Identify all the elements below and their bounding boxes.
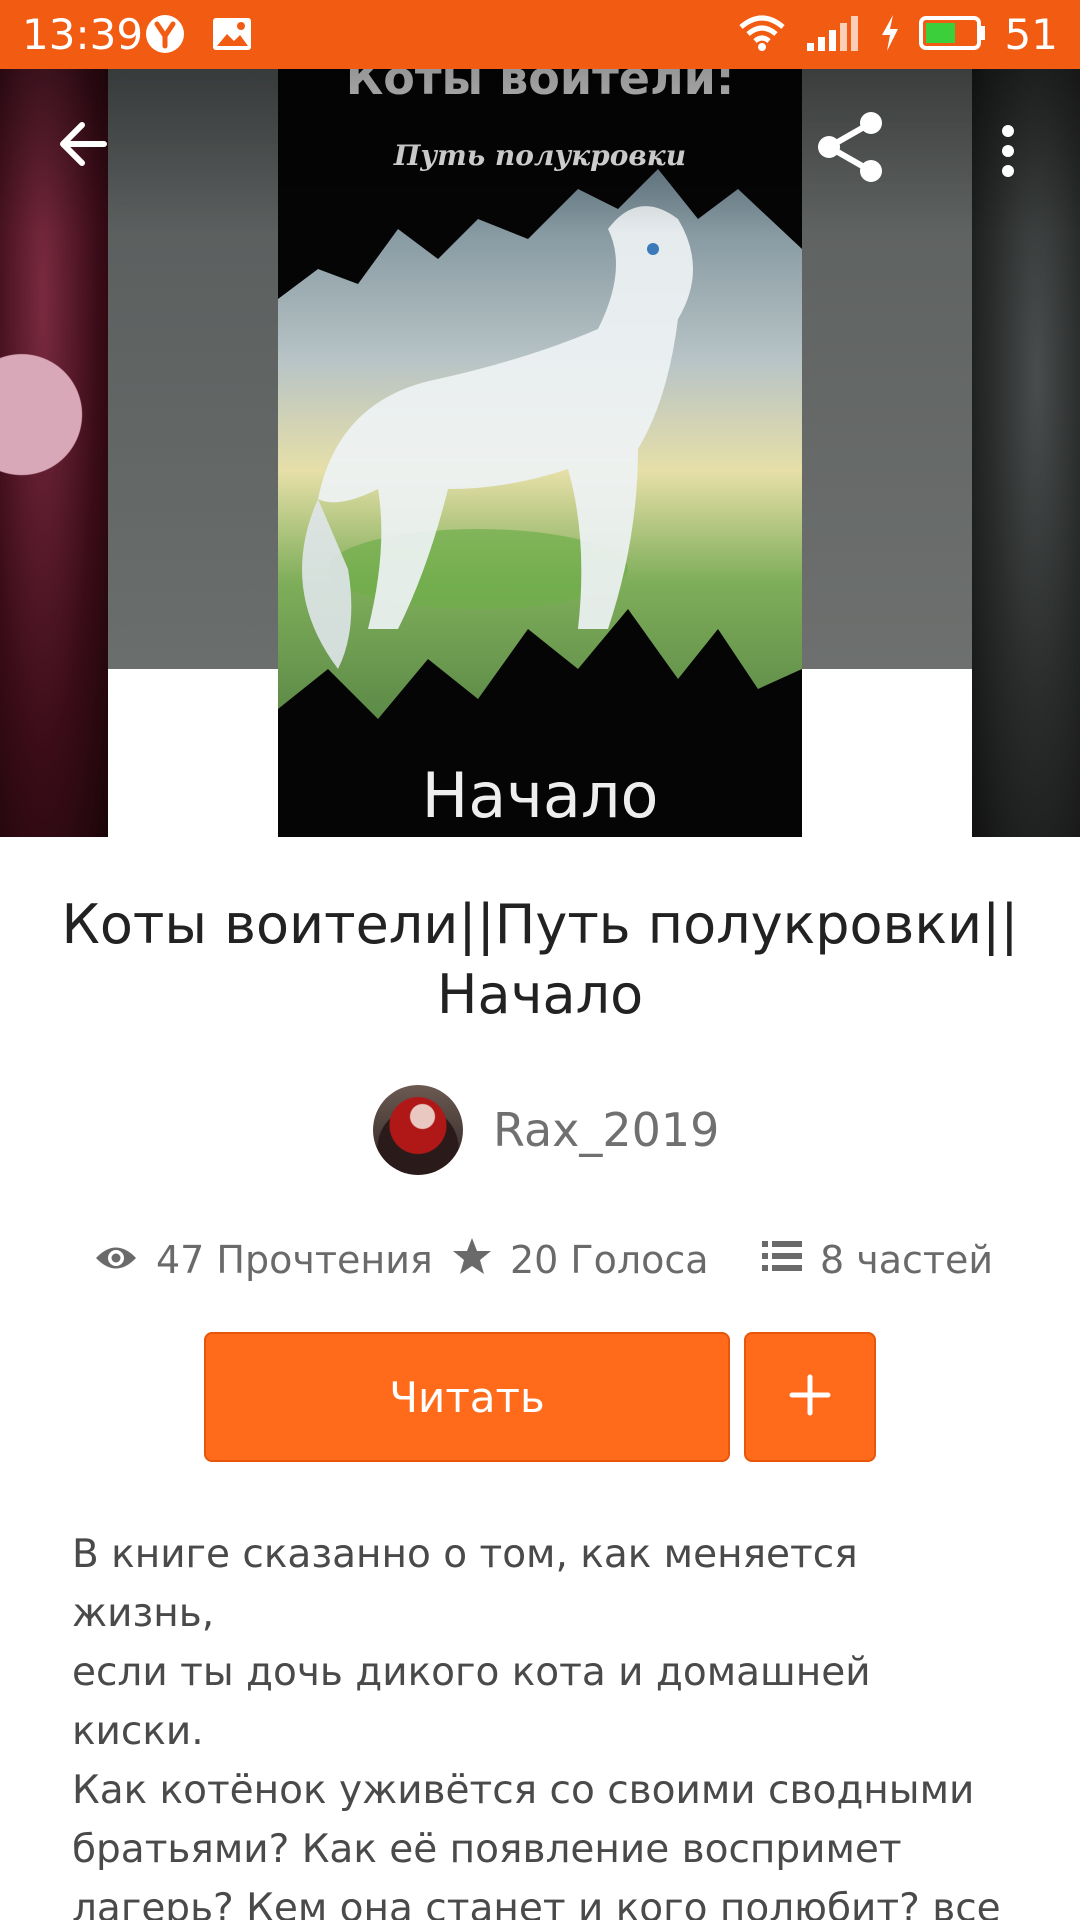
charging-icon: [879, 13, 901, 58]
story-stats: 47 Прочтения 20 Голоса 8 частей: [0, 1230, 1080, 1290]
cover-title-text: Коты воители:: [345, 69, 735, 105]
battery-icon: [918, 13, 987, 58]
cover-carousel[interactable]: Коты воители: Путь полукровки Начало: [0, 69, 1080, 837]
cover-artwork: [278, 169, 802, 719]
book-cover[interactable]: Коты воители: Путь полукровки Начало: [278, 69, 802, 837]
read-button[interactable]: Читать: [204, 1332, 730, 1462]
status-bar: 13:39 51: [0, 0, 1080, 69]
status-system-icons: 51: [737, 10, 1058, 60]
cover-bottom-text: Начало: [421, 759, 659, 832]
parts-count: 8 частей: [820, 1238, 994, 1282]
votes-count: 20 Голоса: [510, 1238, 709, 1282]
author-row[interactable]: Rax_2019: [373, 1085, 719, 1175]
reads-count: 47 Прочтения: [156, 1238, 433, 1282]
yandex-icon: [145, 14, 185, 54]
back-arrow-icon[interactable]: [56, 117, 110, 176]
cover-subtitle-text: Путь полукровки: [393, 139, 687, 172]
author-avatar[interactable]: [373, 1085, 463, 1175]
list-icon: [762, 1238, 802, 1282]
add-to-library-button[interactable]: [744, 1332, 876, 1462]
signal-icon: [805, 13, 861, 58]
cover-next-story[interactable]: [972, 69, 1080, 837]
reads-stat: 47 Прочтения: [94, 1230, 433, 1290]
story-details-screen: 13:39 51 Коты воители: Путь полукровки Н…: [0, 0, 1080, 1920]
cover-blurred-left: [108, 69, 278, 669]
wifi-icon: [737, 13, 787, 58]
read-button-label: Читать: [389, 1372, 545, 1422]
battery-level: 51: [1004, 10, 1058, 59]
plus-icon: [789, 1374, 831, 1421]
star-icon: [452, 1236, 492, 1285]
story-description: В книге сказанно о том, как меняется жиз…: [72, 1532, 1001, 1920]
votes-stat: 20 Голоса: [452, 1230, 709, 1290]
cover-previous-story[interactable]: [0, 69, 108, 837]
share-icon[interactable]: [815, 111, 887, 188]
book-title: Коты воители||Путь полукровки|| Начало: [61, 893, 1019, 1026]
more-vert-icon[interactable]: [1000, 123, 1016, 184]
eye-icon: [94, 1238, 138, 1282]
author-name[interactable]: Rax_2019: [493, 1103, 719, 1157]
status-time: 13:39: [22, 10, 144, 59]
status-notification-icons: [145, 14, 253, 54]
parts-stat: 8 частей: [762, 1230, 993, 1290]
image-notification-icon: [211, 14, 253, 54]
